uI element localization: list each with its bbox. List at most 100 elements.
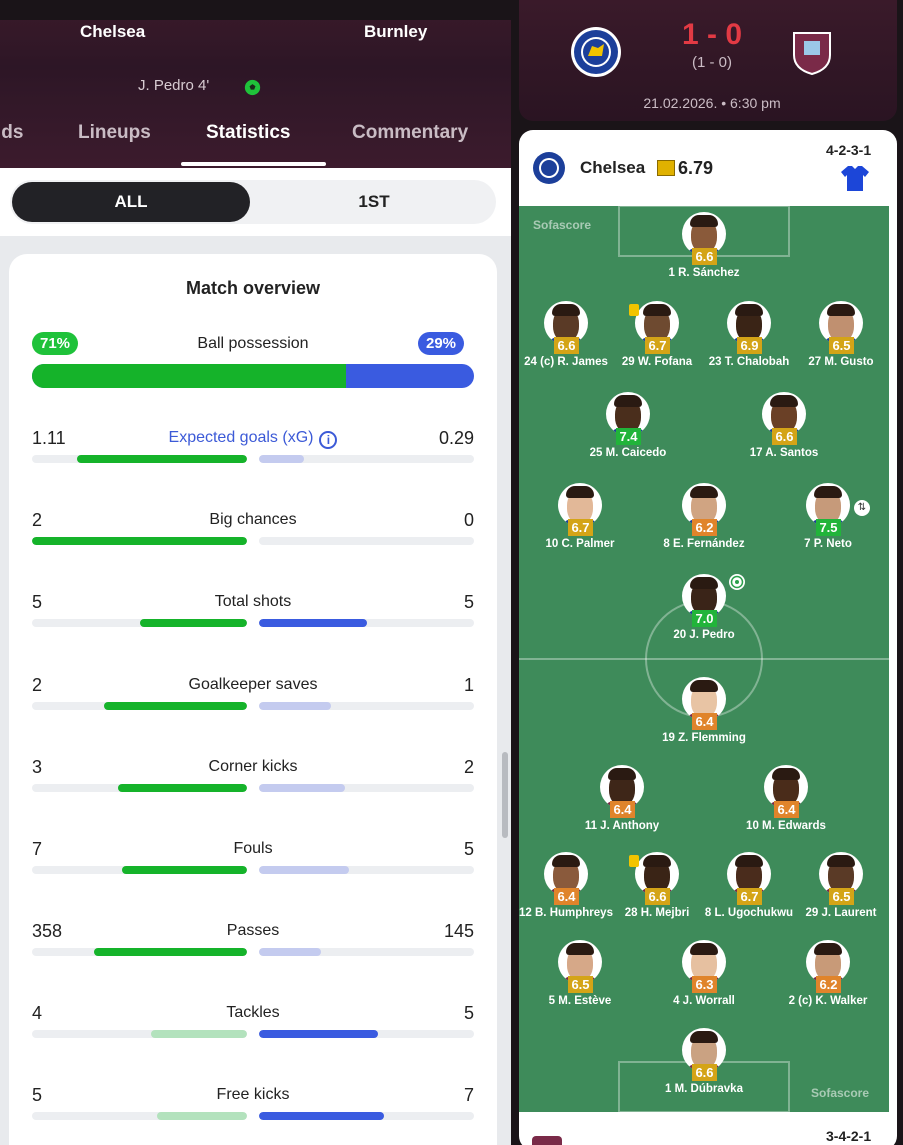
home-stat-bar: [32, 784, 247, 792]
player-rating: 6.5: [829, 888, 854, 905]
burnley-crest-icon[interactable]: [792, 29, 832, 75]
section-title: Match overview: [185, 278, 321, 298]
home-stat-bar: [32, 619, 247, 627]
home-stat-fill: [157, 1112, 247, 1120]
football-icon: [244, 79, 261, 96]
away-team-name[interactable]: Burnley: [364, 22, 427, 42]
player-rating: 6.9: [737, 337, 762, 354]
home-formation: 4-2-3-1: [826, 142, 872, 158]
player-rating: 6.7: [645, 337, 670, 354]
sofascore-watermark: Sofascore: [811, 1086, 870, 1100]
away-stat-bar: [259, 1112, 474, 1120]
pitch: Sofascore Sofascore 6.6 1 R. Sánchez 6.6 24…: [519, 206, 889, 1112]
player-rating: 6.2: [692, 519, 717, 536]
player-rating: 6.6: [692, 248, 717, 265]
player-rating: 6.4: [692, 713, 717, 730]
away-stat-fill: [259, 784, 345, 792]
away-stat-fill: [259, 455, 304, 463]
away-stat-bar: [259, 1030, 474, 1038]
player-name: 10 M. Edwards: [746, 820, 826, 832]
player-name: 11 J. Anthony: [584, 820, 660, 832]
stat-away-value: 5: [463, 1003, 474, 1023]
player-rating: 7.0: [692, 610, 717, 627]
yellow-card-icon: [629, 855, 639, 867]
player-rating: 6.6: [692, 1064, 717, 1081]
stat-label: Tackles: [226, 1004, 280, 1021]
player-name: 27 M. Gusto: [808, 356, 874, 368]
stat-away-value: 2: [463, 757, 474, 777]
player-rating: 6.2: [816, 976, 841, 993]
match-header: Chelsea Burnley J. Pedro 4' lds Lineups …: [0, 0, 511, 168]
player-name: 1 R. Sánchez: [668, 267, 740, 279]
player-rating: 6.3: [692, 976, 717, 993]
stat-row: 5 Free kicks 7: [32, 1085, 474, 1125]
player-name: 29 J. Laurent: [805, 907, 877, 919]
tab-odds[interactable]: lds: [0, 122, 23, 144]
player-rating: 6.5: [829, 337, 854, 354]
lineup-team-name: Chelsea: [580, 158, 646, 177]
home-stat-fill: [151, 1030, 247, 1038]
home-stat-bar: [32, 537, 247, 545]
stat-row: 2 Goalkeeper saves 1: [32, 675, 474, 715]
info-icon[interactable]: i: [319, 431, 338, 449]
player-rating: 6.5: [568, 976, 593, 993]
home-stat-fill: [139, 619, 247, 627]
tab-statistics[interactable]: Statistics: [206, 122, 290, 144]
team-rating-swatch: [657, 160, 675, 176]
home-stat-bar: [32, 702, 247, 710]
burnley-mini-crest-icon: [532, 1136, 562, 1145]
away-stat-fill: [259, 948, 321, 956]
stat-away-value: 7: [463, 1085, 474, 1105]
stat-row: 7 Fouls 5: [32, 839, 474, 879]
player-name: 7 P. Neto: [804, 538, 852, 550]
away-stat-bar: [259, 455, 474, 463]
shirt-icon: [841, 166, 869, 191]
chelsea-mini-crest-icon: [533, 152, 565, 184]
home-stat-bar: [32, 455, 247, 463]
stat-row: 5 Total shots 5: [32, 592, 474, 632]
player-rating: 6.7: [568, 519, 593, 536]
substitution-icon: ⇅: [854, 500, 870, 516]
period-all-button[interactable]: ALL: [12, 182, 250, 222]
stat-away-value: 1: [463, 675, 474, 695]
stat-away-value: 145: [443, 921, 474, 941]
stat-label: Total shots: [214, 593, 292, 610]
stat-row: 3 Corner kicks 2: [32, 757, 474, 797]
away-stat-bar: [259, 619, 474, 627]
away-stat-fill: [259, 866, 349, 874]
away-stat-bar: [259, 784, 474, 792]
chelsea-crest-icon[interactable]: [570, 26, 622, 78]
away-stat-fill: [259, 1112, 385, 1120]
stat-label: Big chances: [209, 511, 297, 528]
stat-away-value: 5: [463, 839, 474, 859]
yellow-card-icon: [629, 304, 639, 316]
home-stat-bar: [32, 866, 247, 874]
home-stat-fill: [121, 866, 247, 874]
stat-label: Fouls: [233, 840, 273, 857]
scrollbar[interactable]: [502, 752, 508, 838]
player-name: 25 M. Caicedo: [589, 447, 667, 459]
stat-label: Corner kicks: [208, 758, 298, 775]
home-team-name[interactable]: Chelsea: [80, 22, 145, 42]
home-stat-fill: [103, 702, 247, 710]
home-stat-bar: [32, 1030, 247, 1038]
match-date: 21.02.2026. • 6:30 pm: [643, 95, 781, 111]
goal-icon: [729, 574, 745, 590]
away-possession-badge: 29%: [418, 332, 465, 355]
tab-commentary[interactable]: Commentary: [352, 122, 468, 144]
player-rating: 7.5: [816, 519, 841, 536]
home-stat-bar: [32, 948, 247, 956]
player-rating: 6.6: [645, 888, 670, 905]
stat-label: Goalkeeper saves: [188, 676, 318, 693]
home-possession-fill: [32, 364, 346, 388]
player-name: 1 M. Dúbravka: [665, 1083, 743, 1095]
stat-row: 1.11 Expected goals (xG) i 0.29: [32, 428, 474, 468]
tab-lineups[interactable]: Lineups: [78, 122, 151, 144]
stat-row: 2 Big chances 0: [32, 510, 474, 550]
stat-label[interactable]: Expected goals (xG) i: [32, 429, 474, 449]
player-name: 17 A. Santos: [749, 447, 819, 459]
away-stat-fill: [259, 1030, 379, 1038]
player-rating: 6.7: [737, 888, 762, 905]
period-first-half-button[interactable]: 1ST: [252, 182, 496, 222]
goal-scorer: J. Pedro 4': [138, 77, 210, 94]
